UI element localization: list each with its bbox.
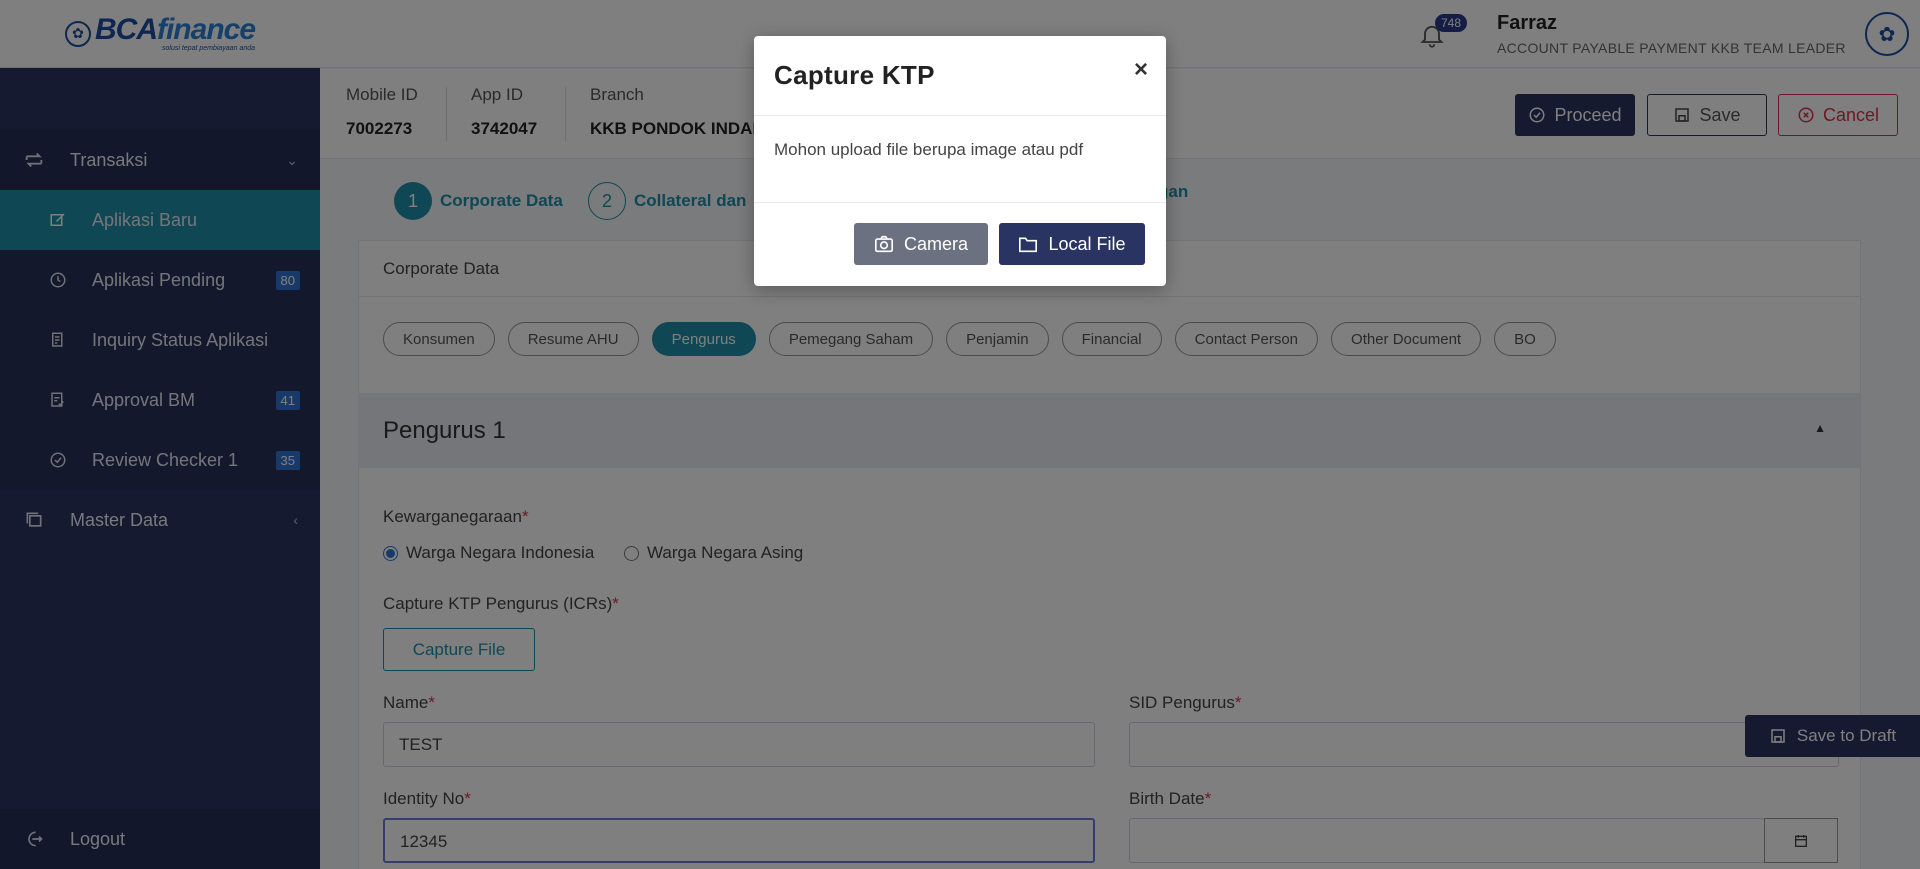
close-icon[interactable]: × bbox=[1134, 56, 1148, 84]
local-file-button[interactable]: Local File bbox=[999, 223, 1145, 265]
modal-footer: Camera Local File bbox=[754, 203, 1166, 286]
folder-icon bbox=[1019, 237, 1038, 253]
modal-header: Capture KTP × bbox=[754, 36, 1166, 116]
camera-label: Camera bbox=[903, 233, 969, 254]
capture-ktp-modal: Capture KTP × Mohon upload file berupa i… bbox=[754, 36, 1166, 286]
camera-button[interactable]: Camera bbox=[854, 223, 988, 265]
camera-icon bbox=[874, 235, 893, 253]
modal-title: Capture KTP bbox=[774, 60, 935, 90]
local-file-label: Local File bbox=[1048, 233, 1126, 254]
modal-message: Mohon upload file berupa image atau pdf bbox=[754, 116, 1166, 203]
